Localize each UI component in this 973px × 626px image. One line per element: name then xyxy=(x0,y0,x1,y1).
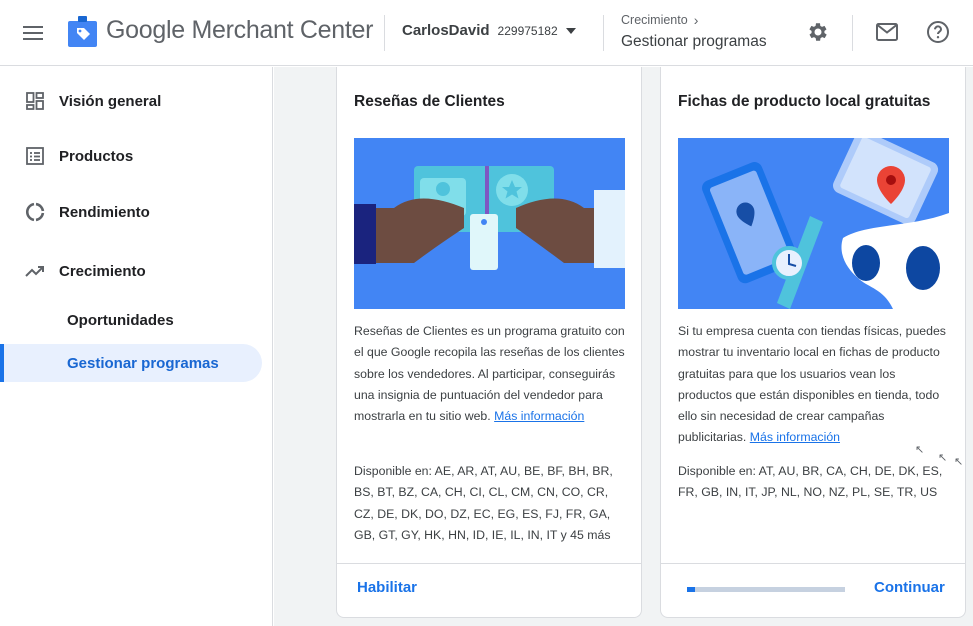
caret-down-icon xyxy=(565,27,576,34)
breadcrumb: Crecimiento › Gestionar programas xyxy=(621,12,767,51)
more-info-link[interactable]: Más información xyxy=(750,430,840,444)
setup-progress-fill xyxy=(687,587,695,592)
breadcrumb-parent-label: Crecimiento xyxy=(621,13,688,27)
mouse-cursor-icon: ↖ xyxy=(915,444,925,456)
sidebar-subitem-manage-programs[interactable]: Gestionar programas xyxy=(0,344,262,382)
card-description-text: Si tu empresa cuenta con tiendas físicas… xyxy=(678,324,946,445)
card-title: Fichas de producto local gratuitas xyxy=(678,93,931,110)
sidebar: Visión general Productos Rendimiento Cre… xyxy=(0,67,273,626)
sidebar-item-label: Rendimiento xyxy=(59,203,150,221)
account-name: CarlosDavid xyxy=(402,22,490,39)
setup-progress-bar xyxy=(687,587,845,592)
local-listings-illustration xyxy=(678,138,949,309)
hamburger-icon[interactable] xyxy=(18,18,48,48)
main-content: Reseñas de Clientes Reseñas de Clientes … xyxy=(274,67,973,626)
card-availability: Disponible en: AT, AU, BR, CA, CH, DE, D… xyxy=(678,464,943,500)
mail-icon[interactable] xyxy=(873,18,901,46)
customer-reviews-illustration xyxy=(354,138,625,309)
page-title: Gestionar programas xyxy=(621,33,767,50)
sidebar-item-products[interactable]: Productos xyxy=(0,136,272,176)
breadcrumb-parent-link[interactable]: Crecimiento › xyxy=(621,12,767,28)
continue-button[interactable]: Continuar xyxy=(874,579,945,596)
program-card-free-local-listings: Fichas de producto local gratuitas Si tu… xyxy=(660,67,966,618)
help-icon[interactable] xyxy=(924,18,952,46)
account-id: 229975182 xyxy=(497,23,558,38)
top-app-bar: Google Merchant Center CarlosDavid 22997… xyxy=(0,0,973,66)
chevron-right-icon: › xyxy=(693,12,699,28)
trending-up-icon xyxy=(25,261,45,281)
card-divider xyxy=(661,563,965,564)
app-title: Google Merchant Center xyxy=(106,16,374,44)
sidebar-item-label: Visión general xyxy=(59,92,162,110)
sidebar-subitem-label: Gestionar programas xyxy=(67,354,219,372)
gear-icon[interactable] xyxy=(804,18,832,46)
divider xyxy=(852,15,853,51)
list-icon xyxy=(25,146,45,166)
divider xyxy=(603,15,604,51)
account-switcher[interactable]: CarlosDavid 229975182 xyxy=(402,22,576,39)
mouse-cursor-icon: ↖ xyxy=(954,456,964,468)
donut-chart-icon xyxy=(25,202,45,222)
dashboard-icon xyxy=(25,91,45,111)
sidebar-subitem-opportunities[interactable]: Oportunidades xyxy=(0,301,262,339)
mouse-cursor-icon: ↖ xyxy=(938,452,948,464)
card-description: Reseñas de Clientes es un programa gratu… xyxy=(354,321,626,427)
card-availability: Disponible en: AE, AR, AT, AU, BE, BF, B… xyxy=(354,464,613,542)
sidebar-item-overview[interactable]: Visión general xyxy=(0,81,272,121)
active-indicator xyxy=(0,344,4,382)
more-info-link[interactable]: Más información xyxy=(494,409,584,423)
card-divider xyxy=(337,563,641,564)
program-card-customer-reviews: Reseñas de Clientes Reseñas de Clientes … xyxy=(336,67,642,618)
sidebar-item-label: Productos xyxy=(59,147,134,165)
sidebar-subitem-label: Oportunidades xyxy=(67,311,174,329)
card-description: Si tu empresa cuenta con tiendas físicas… xyxy=(678,321,950,449)
divider xyxy=(384,15,385,51)
card-title: Reseñas de Clientes xyxy=(354,93,505,110)
sidebar-item-performance[interactable]: Rendimiento xyxy=(0,192,272,232)
sidebar-item-growth[interactable]: Crecimiento xyxy=(0,251,272,291)
enable-button[interactable]: Habilitar xyxy=(357,579,417,596)
sidebar-item-label: Crecimiento xyxy=(59,262,146,280)
merchant-center-logo[interactable] xyxy=(68,16,97,47)
